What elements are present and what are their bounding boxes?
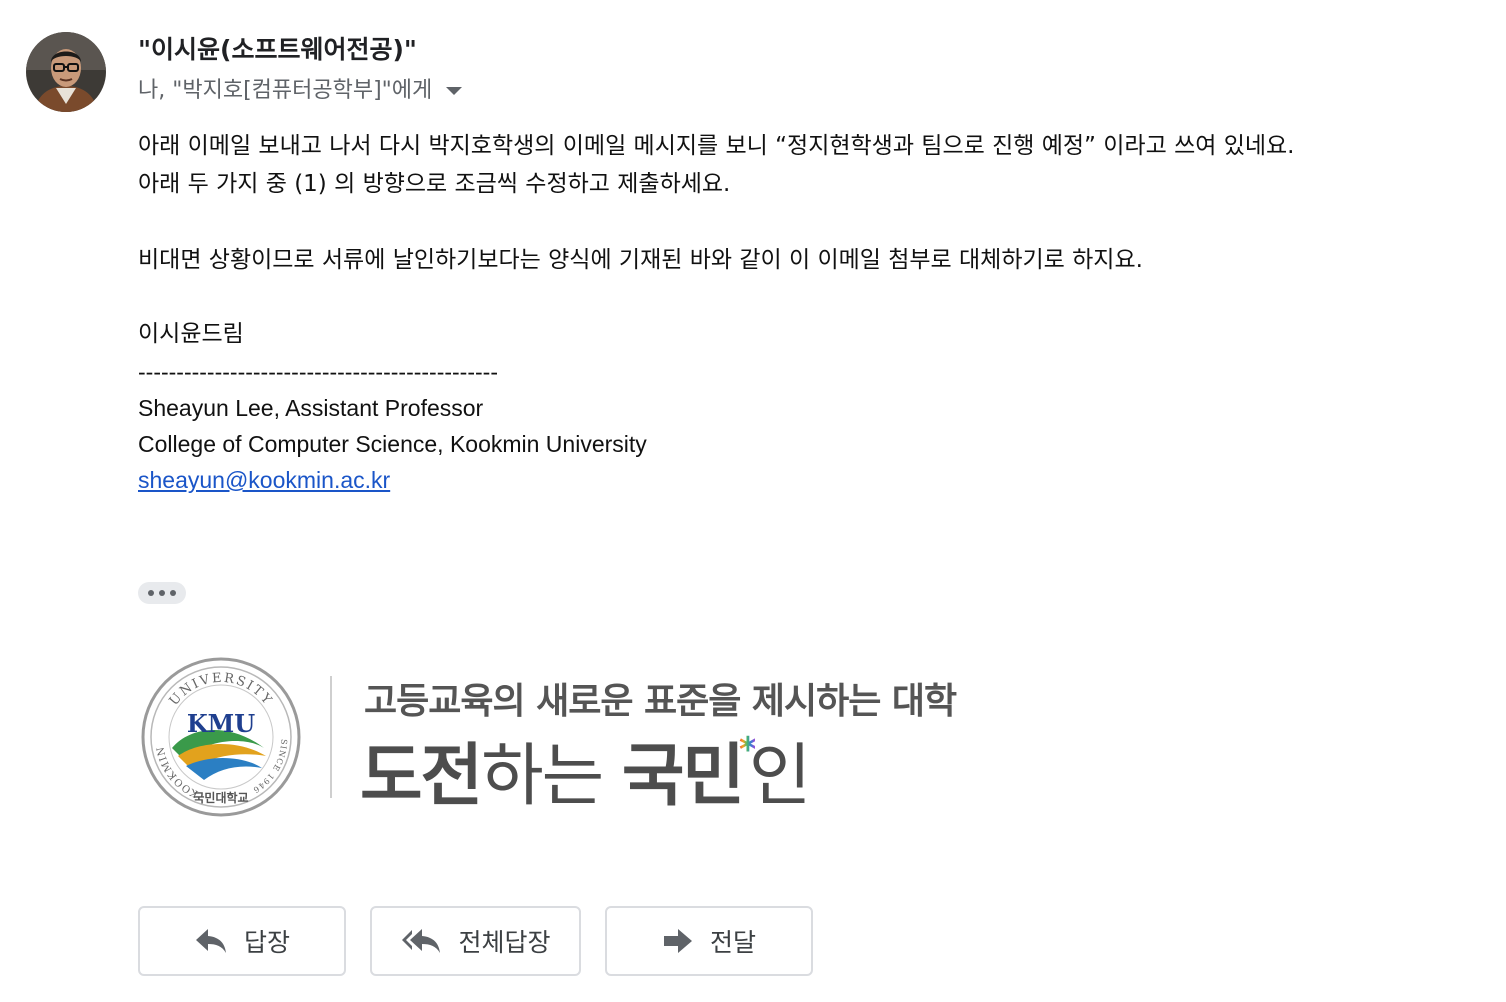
- message-line-3: 비대면 상황이므로 서류에 날인하기보다는 양식에 기재된 바와 같이 이 이메…: [138, 247, 1143, 273]
- slogan-title: 도전하는 국민*인: [360, 720, 812, 819]
- seal-korean-name: 국민대학교: [193, 790, 248, 805]
- reply-button[interactable]: 답장: [138, 906, 346, 976]
- more-horiz-icon: [148, 590, 154, 596]
- message-line-2: 아래 두 가지 중 (1) 의 방향으로 조금씩 수정하고 제출하세요.: [138, 171, 731, 197]
- university-logo-banner: KMU UNIVERSITY KOOKMIN SINCE 1946 국민대학교 …: [140, 654, 957, 824]
- signature-affiliation: College of Computer Science, Kookmin Uni…: [138, 431, 647, 457]
- signature-email-link[interactable]: sheayun@kookmin.ac.kr: [138, 464, 390, 496]
- slogan-part-4: 인: [748, 737, 812, 816]
- signature-divider: ----------------------------------------…: [138, 359, 498, 385]
- forward-button-label: 전달: [709, 928, 756, 957]
- sender-avatar[interactable]: [26, 32, 106, 112]
- avatar-photo: [26, 32, 106, 112]
- logo-divider: [330, 676, 332, 798]
- university-seal-icon: KMU UNIVERSITY KOOKMIN SINCE 1946 국민대학교: [141, 657, 301, 817]
- forward-arrow-icon: [663, 929, 692, 953]
- slogan-subtitle: 고등교육의 새로운 표준을 제시하는 대학: [364, 681, 957, 722]
- caret-down-icon[interactable]: [446, 87, 463, 95]
- reply-arrow-icon: [195, 929, 226, 953]
- reply-all-button[interactable]: 전체답장: [370, 906, 581, 976]
- message-line-1: 아래 이메일 보내고 나서 다시 박지호학생의 이메일 메시지를 보니 “정지현…: [138, 133, 1295, 159]
- recipients-text: 나, "박지호[컴퓨터공학부]"에게: [138, 78, 433, 103]
- recipients-line: 나, "박지호[컴퓨터공학부]"에게: [138, 74, 463, 108]
- signature-name-title: Sheayun Lee, Assistant Professor: [138, 395, 484, 421]
- reply-all-arrow-icon: [402, 929, 441, 953]
- slogan-part-1: 도전: [360, 737, 483, 816]
- forward-button[interactable]: 전달: [605, 906, 813, 976]
- sender-name[interactable]: "이시윤(소프트웨어전공)": [138, 32, 417, 68]
- show-trimmed-content-button[interactable]: [138, 582, 186, 604]
- reply-all-button-label: 전체답장: [458, 928, 551, 957]
- slogan-part-2: 하는: [481, 737, 622, 816]
- reply-button-label: 답장: [243, 928, 290, 957]
- slogan-part-3: 국민: [621, 737, 745, 816]
- message-closing: 이시윤드림: [138, 321, 244, 347]
- seal-initials: KMU: [187, 709, 255, 738]
